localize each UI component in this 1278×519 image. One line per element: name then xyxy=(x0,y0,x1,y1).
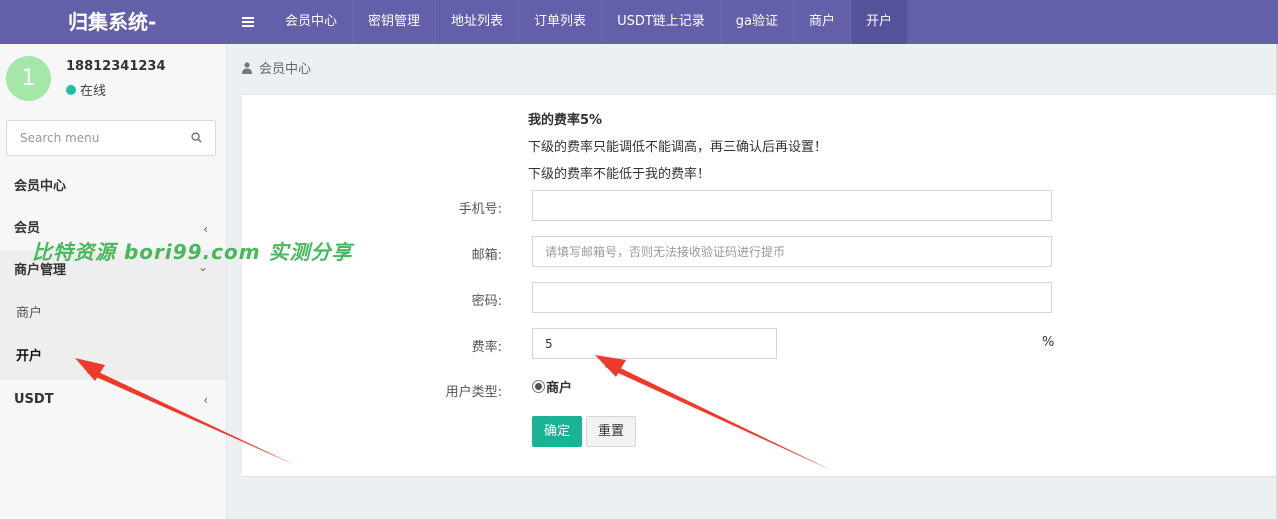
user-phone: 18812341234 xyxy=(66,59,166,74)
email-field[interactable] xyxy=(532,236,1052,267)
nav-item-key-management[interactable]: 密钥管理 xyxy=(353,0,437,44)
nav-item-open-account[interactable]: 开户 xyxy=(851,0,909,44)
user-type-label: 用户类型: xyxy=(445,385,502,400)
rate-unit: % xyxy=(1042,335,1055,350)
sidebar-item-label: 会员 xyxy=(14,221,41,236)
sidebar-item-label: 商户管理 xyxy=(14,263,67,278)
nav-item-member-center[interactable]: 会员中心 xyxy=(270,0,354,44)
user-icon xyxy=(242,61,252,74)
rate-note: 我的费率5% xyxy=(528,113,603,128)
sidebar-item-label: 会员中心 xyxy=(14,179,67,194)
nav-item-usdt-records[interactable]: USDT链上记录 xyxy=(602,0,721,44)
radio-checked-icon[interactable] xyxy=(532,380,545,393)
sidebar-subitem-open-account[interactable]: 开户 xyxy=(0,336,226,378)
hamburger-icon xyxy=(242,17,254,27)
chevron-left-icon: ‹ xyxy=(203,393,208,407)
nav-item-order-list[interactable]: 订单列表 xyxy=(519,0,603,44)
user-type-radio-merchant[interactable]: 商户 xyxy=(532,377,572,396)
brand-title: 归集系统- xyxy=(68,10,157,34)
watermark-text: 比特资源 bori99.com 实测分享 xyxy=(32,240,353,264)
sidebar-item-usdt[interactable]: USDT ‹ xyxy=(0,379,226,421)
confirm-button[interactable]: 确定 xyxy=(532,416,582,447)
user-status-label: 在线 xyxy=(80,84,107,99)
sidebar: 1 18812341234 在线 会员中心 会员 ‹ 商户管理 ⌄ 商户 开户 … xyxy=(0,44,227,519)
sidebar-item-member-center[interactable]: 会员中心 xyxy=(0,166,226,208)
user-type-option-label: 商户 xyxy=(546,381,573,396)
nav-item-address-list[interactable]: 地址列表 xyxy=(436,0,520,44)
phone-field[interactable] xyxy=(532,190,1052,221)
search-input[interactable] xyxy=(7,121,177,155)
password-label: 密码: xyxy=(471,294,502,309)
avatar: 1 xyxy=(6,56,51,101)
rate-warning-note: 下级的费率只能调低不能调高，再三确认后再设置！ xyxy=(528,140,828,155)
password-field[interactable] xyxy=(532,282,1052,313)
nav-item-ga-verify[interactable]: ga验证 xyxy=(721,0,794,44)
top-bar: 归集系统- 会员中心 密钥管理 地址列表 订单列表 USDT链上记录 ga验证 … xyxy=(0,0,1278,44)
nav-item-merchant[interactable]: 商户 xyxy=(794,0,852,44)
top-nav: 会员中心 密钥管理 地址列表 订单列表 USDT链上记录 ga验证 商户 开户 xyxy=(270,0,909,44)
phone-label: 手机号: xyxy=(458,202,502,217)
sidebar-search xyxy=(6,120,216,156)
user-status: 在线 xyxy=(66,80,106,99)
rate-field[interactable] xyxy=(532,328,777,359)
email-label: 邮箱: xyxy=(471,248,502,263)
reset-button[interactable]: 重置 xyxy=(586,416,636,447)
sidebar-subitem-merchant[interactable]: 商户 xyxy=(0,293,226,335)
rate-label: 费率: xyxy=(471,340,502,355)
search-icon[interactable] xyxy=(191,132,202,143)
online-dot-icon xyxy=(66,84,76,95)
breadcrumb-label[interactable]: 会员中心 xyxy=(259,58,311,77)
rate-limit-note: 下级的费率不能低于我的费率！ xyxy=(528,167,711,182)
breadcrumb: 会员中心 xyxy=(242,58,311,77)
menu-toggle-button[interactable] xyxy=(228,0,268,44)
sidebar-item-label: USDT xyxy=(14,392,54,407)
